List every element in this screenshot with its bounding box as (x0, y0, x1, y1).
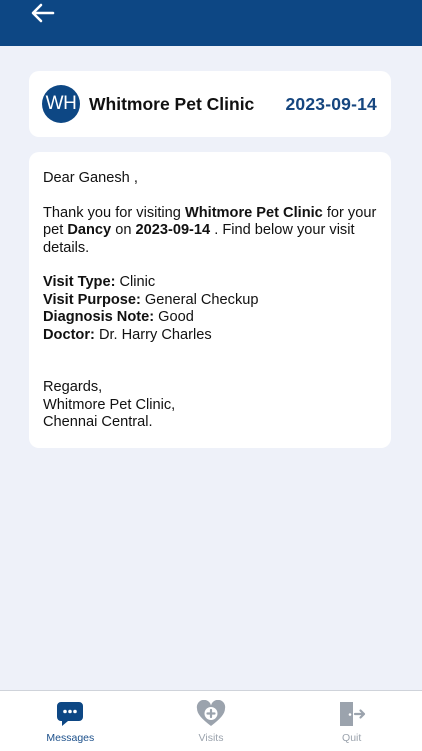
nav-item-visits[interactable]: Visits (141, 691, 282, 751)
sign-off: Regards, Whitmore Pet Clinic, Chennai Ce… (43, 379, 377, 432)
detail-value: Dr. Harry Charles (94, 326, 212, 343)
message-card: Dear Ganesh , Thank you for visiting Whi… (29, 152, 391, 448)
detail-label: Visit Type: (43, 274, 116, 290)
detail-value: General Checkup (140, 291, 259, 308)
greeting: Dear Ganesh , (43, 170, 138, 186)
clinic-avatar: WH (42, 85, 80, 123)
detail-row-diagnosis-note: Diagnosis Note: Good (43, 309, 377, 327)
detail-value: Good (154, 309, 194, 325)
sign-off-line: Whitmore Pet Clinic, (43, 396, 176, 413)
visit-details: Visit Type: Clinic Visit Purpose: Genera… (43, 274, 377, 344)
sign-off-line: Chennai Central. (43, 414, 153, 430)
detail-label: Visit Purpose: (43, 291, 141, 308)
intro-text: on (111, 222, 136, 238)
visit-date: 2023-09-14 (285, 93, 377, 114)
intro-paragraph: Thank you for visiting Whitmore Pet Clin… (43, 205, 377, 258)
intro-visit-date: 2023-09-14 (135, 222, 211, 238)
top-app-bar (0, 0, 422, 46)
nav-item-quit[interactable]: Quit (281, 691, 422, 751)
bottom-navigation: Messages Visits Quit (0, 690, 422, 751)
intro-pet-name: Dancy (67, 222, 112, 238)
detail-label: Diagnosis Note: (43, 309, 155, 325)
clinic-name: Whitmore Pet Clinic (89, 93, 255, 114)
detail-value: Clinic (115, 274, 156, 290)
intro-clinic-name: Whitmore Pet Clinic (184, 204, 323, 221)
nav-item-messages[interactable]: Messages (0, 691, 141, 751)
detail-label: Doctor: (43, 326, 95, 343)
door-exit-icon (339, 702, 365, 726)
sign-off-line: Regards, (43, 379, 103, 395)
clinic-header-card: WH Whitmore Pet Clinic 2023-09-14 (29, 71, 391, 137)
nav-label-messages: Messages (46, 732, 95, 744)
arrow-left-icon (31, 3, 55, 23)
nav-label-quit: Quit (342, 732, 362, 744)
back-button[interactable] (26, 0, 60, 26)
intro-text: Thank you for visiting (43, 204, 185, 221)
heart-plus-icon (196, 700, 226, 726)
detail-row-visit-type: Visit Type: Clinic (43, 274, 377, 292)
detail-row-visit-purpose: Visit Purpose: General Checkup (43, 292, 377, 310)
nav-label-visits: Visits (198, 732, 224, 744)
chat-bubble-icon (57, 702, 84, 726)
detail-row-doctor: Doctor: Dr. Harry Charles (43, 327, 377, 345)
